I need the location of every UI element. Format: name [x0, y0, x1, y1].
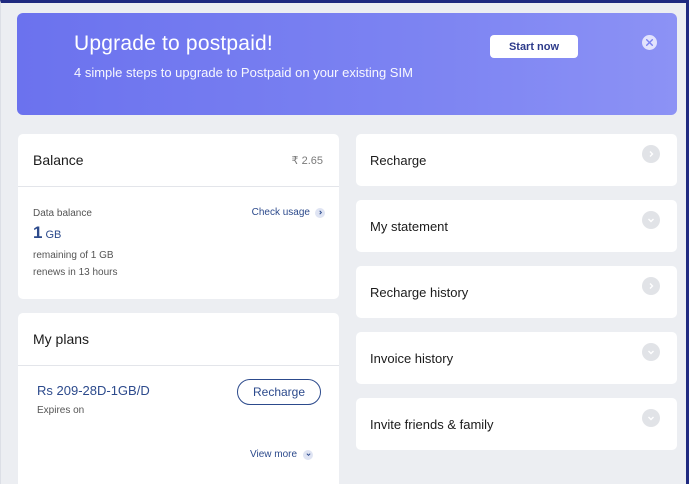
menu-item-label: Recharge history: [370, 284, 469, 300]
plans-card: My plans Rs 209-28D-1GB/D Expires on Rec…: [18, 313, 339, 484]
start-now-button[interactable]: Start now: [490, 35, 578, 58]
banner-title: Upgrade to postpaid!: [74, 32, 273, 55]
check-usage-link[interactable]: Check usage: [252, 207, 325, 218]
balance-card: Balance ₹ 2.65 Data balance Check usage …: [18, 134, 339, 299]
data-value-unit: GB: [45, 229, 62, 241]
chevron-right-icon: [642, 145, 660, 163]
view-more-label: View more: [250, 449, 298, 460]
menu-item-label: Invoice history: [370, 350, 454, 366]
menu-item-recharge[interactable]: Recharge: [356, 134, 677, 186]
plan-recharge-button[interactable]: Recharge: [237, 379, 321, 405]
chevron-down-icon: [303, 449, 314, 460]
balance-header: Balance ₹ 2.65: [18, 134, 339, 187]
check-usage-label: Check usage: [251, 207, 310, 218]
menu-item-recharge-history[interactable]: Recharge history: [356, 266, 677, 318]
data-remaining: remaining of 1 GB: [33, 250, 114, 261]
chevron-down-icon: [642, 343, 660, 361]
menu-item-my-statement[interactable]: My statement: [356, 200, 677, 252]
balance-title: Balance: [33, 152, 84, 168]
chevron-right-icon: [642, 277, 660, 295]
menu-item-label: Invite friends & family: [370, 416, 494, 432]
menu-item-label: My statement: [370, 218, 449, 234]
plan-name[interactable]: Rs 209-28D-1GB/D: [37, 383, 150, 398]
upgrade-banner: Upgrade to postpaid! 4 simple steps to u…: [17, 13, 677, 115]
chevron-down-icon: [642, 409, 660, 427]
chevron-down-icon: [642, 211, 660, 229]
chevron-right-icon: [315, 207, 325, 218]
menu-item-invoice-history[interactable]: Invoice history: [356, 332, 677, 384]
menu-item-label: Recharge: [370, 152, 427, 168]
menu-item-invite-friends[interactable]: Invite friends & family: [356, 398, 677, 450]
close-icon[interactable]: [642, 35, 657, 50]
data-balance-value: 1 GB: [33, 223, 61, 243]
data-balance-label: Data balance: [33, 208, 92, 219]
plan-expires: Expires on: [37, 405, 85, 416]
data-value-number: 1: [33, 223, 43, 242]
view-more-link[interactable]: View more: [250, 449, 314, 460]
balance-amount: ₹ 2.65: [291, 154, 323, 167]
banner-subtitle: 4 simple steps to upgrade to Postpaid on…: [74, 65, 413, 80]
plans-header: My plans: [18, 313, 339, 366]
plans-title: My plans: [33, 331, 90, 347]
data-renews: renews in 13 hours: [33, 267, 118, 278]
